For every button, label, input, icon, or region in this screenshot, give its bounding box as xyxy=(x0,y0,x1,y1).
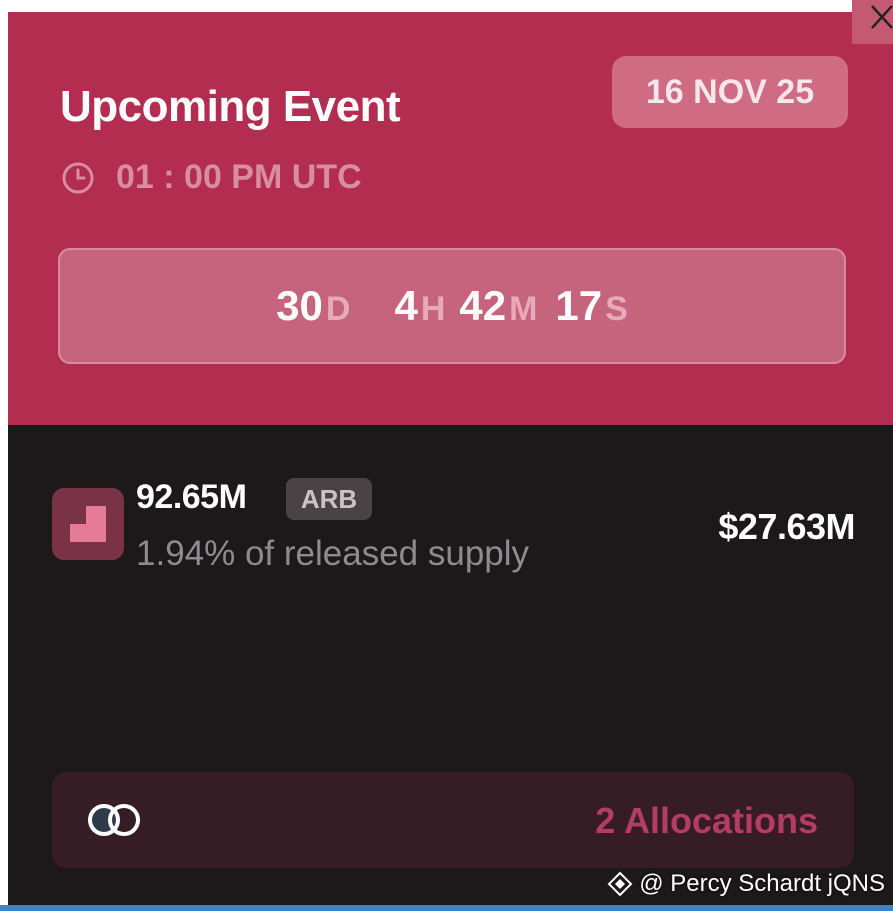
countdown-hours-value: 4 xyxy=(394,282,418,329)
event-time-label: 01 : 00 PM UTC xyxy=(116,158,362,196)
event-time: 01 : 00 PM UTC xyxy=(60,158,362,197)
countdown-seconds: 17 S xyxy=(555,282,627,330)
allocations-circles-icon xyxy=(86,802,146,843)
token-symbol-badge: ARB xyxy=(286,478,372,520)
unlock-amount: 92.65M xyxy=(136,478,247,516)
close-icon xyxy=(871,5,893,29)
arbitrum-token-icon xyxy=(52,488,124,560)
bottom-accent-line xyxy=(0,905,893,911)
countdown-minutes-unit: M xyxy=(509,290,538,328)
countdown-minutes-value: 42 xyxy=(459,282,507,329)
close-button[interactable] xyxy=(852,0,893,44)
unlock-usd-value: $27.63M xyxy=(718,506,855,547)
event-title: Upcoming Event xyxy=(60,82,401,131)
countdown-hours-unit: H xyxy=(420,290,446,328)
watermark: @ Percy Schardt jQNS xyxy=(607,870,885,898)
event-date-badge: 16 NOV 25 xyxy=(612,56,848,128)
countdown-timer: 30 D 4 H 42 M 17 S xyxy=(58,248,846,364)
countdown-hours: 4 H xyxy=(394,282,445,330)
clock-icon xyxy=(60,160,96,196)
countdown-days-unit: D xyxy=(325,290,351,328)
watermark-text: @ Percy Schardt jQNS xyxy=(639,870,885,897)
event-header: Upcoming Event 16 NOV 25 01 : 00 PM UTC … xyxy=(8,12,893,425)
countdown-seconds-unit: S xyxy=(605,290,628,328)
allocations-button[interactable]: 2 Allocations xyxy=(52,772,854,868)
supply-percentage: 1.94% of released supply xyxy=(136,534,530,573)
countdown-minutes: 42 M xyxy=(459,282,537,330)
allocations-label: 2 Allocations xyxy=(595,800,818,841)
countdown-days: 30 D xyxy=(276,282,350,330)
event-card: Upcoming Event 16 NOV 25 01 : 00 PM UTC … xyxy=(8,12,893,906)
countdown-seconds-value: 17 xyxy=(555,282,603,329)
diamond-logo-icon xyxy=(607,871,633,897)
countdown-days-value: 30 xyxy=(276,282,323,329)
